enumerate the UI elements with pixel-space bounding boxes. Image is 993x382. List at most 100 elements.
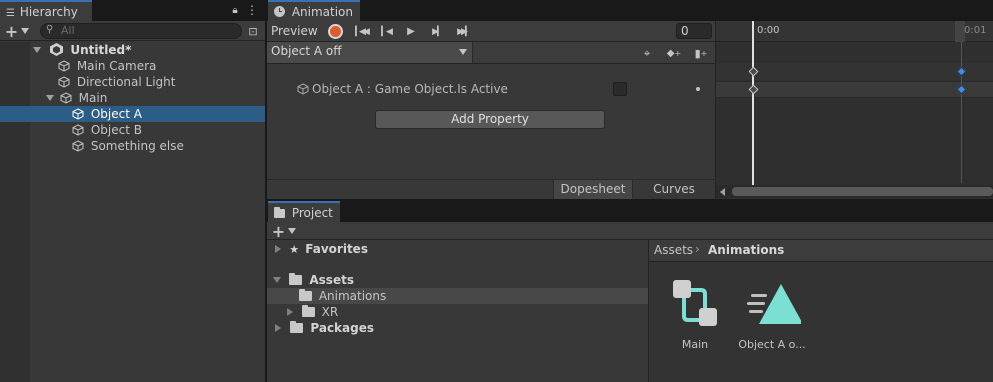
add-keyframe-icon[interactable]: ◆ + bbox=[665, 45, 683, 61]
previous-keyframe-icon[interactable]: ▎◀ bbox=[378, 24, 394, 39]
folder-icon bbox=[290, 321, 304, 333]
play-icon[interactable]: ▶ bbox=[404, 24, 418, 39]
clip-dropdown[interactable]: Object A off bbox=[267, 42, 473, 63]
hierarchy-item-main-camera[interactable]: Main Camera bbox=[0, 58, 265, 74]
breadcrumb: Assets › Animations bbox=[649, 240, 993, 262]
asset-object-a-label: Object A o... bbox=[738, 338, 806, 351]
timeline-scrollbar[interactable] bbox=[716, 185, 993, 198]
expand-arrow-icon[interactable] bbox=[33, 47, 41, 53]
property-label: Object A : Game Object.Is Active bbox=[312, 82, 508, 96]
property-options-dot-icon[interactable] bbox=[696, 87, 700, 91]
asset-main-label: Main bbox=[681, 338, 709, 351]
hierarchy-item-label: Main bbox=[78, 91, 108, 105]
animation-controls: Preview ▎◀◀ ▎◀ ▶ ▶▎ ▶▶▎ 0 bbox=[267, 21, 715, 42]
frame-field[interactable]: 0 bbox=[676, 23, 712, 39]
record-button[interactable] bbox=[328, 24, 343, 39]
filter-by-selection-icon[interactable]: ⌖ bbox=[639, 45, 655, 61]
tab-project[interactable]: Project bbox=[268, 201, 340, 222]
last-keyframe-icon[interactable]: ▶▶▎ bbox=[454, 24, 472, 39]
expand-arrow-icon[interactable] bbox=[275, 324, 281, 332]
next-keyframe-icon[interactable]: ▶▎ bbox=[429, 24, 445, 39]
gameobject-cube-icon bbox=[297, 83, 309, 95]
tree-xr-label: XR bbox=[321, 305, 339, 319]
breadcrumb-animations[interactable]: Animations bbox=[708, 243, 784, 257]
tab-hierarchy[interactable]: ☰ Hierarchy bbox=[0, 0, 92, 21]
tab-hierarchy-label: Hierarchy bbox=[19, 5, 78, 19]
hierarchy-item-something-else[interactable]: Something else bbox=[0, 138, 265, 154]
property-row[interactable]: Object A : Game Object.Is Active bbox=[267, 80, 715, 98]
property-checkbox[interactable] bbox=[613, 82, 627, 96]
add-property-button[interactable]: Add Property bbox=[375, 110, 605, 129]
project-create-button[interactable]: + bbox=[270, 222, 298, 241]
asset-main[interactable]: Main bbox=[667, 276, 723, 352]
tree-packages[interactable]: Packages bbox=[267, 320, 648, 336]
breadcrumb-separator-icon: › bbox=[695, 242, 700, 256]
gameobject-cube-icon bbox=[72, 108, 84, 120]
folder-icon bbox=[301, 305, 315, 317]
star-icon: ★ bbox=[289, 243, 300, 256]
tree-animations-label: Animations bbox=[318, 289, 387, 303]
hierarchy-toolbar: + ⚲ All ⊡ bbox=[0, 21, 265, 41]
lock-icon[interactable]: 🔒︎ bbox=[228, 3, 242, 17]
tree-animations[interactable]: Animations bbox=[267, 288, 648, 304]
hierarchy-item-directional-light[interactable]: Directional Light bbox=[0, 74, 265, 90]
tab-dopesheet-label: Dopesheet bbox=[560, 182, 626, 196]
search-placeholder: All bbox=[61, 24, 75, 37]
asset-object-a-off[interactable]: Object A o... bbox=[737, 276, 807, 352]
hierarchy-item-label: Directional Light bbox=[76, 75, 176, 89]
project-content: Assets › Animations Main Object A o... bbox=[649, 240, 993, 382]
gameobject-cube-icon bbox=[58, 76, 70, 88]
frame-value: 0 bbox=[681, 24, 689, 38]
preview-button[interactable]: Preview bbox=[271, 24, 318, 38]
tab-animation[interactable]: Animation bbox=[268, 0, 360, 21]
folder-icon bbox=[274, 207, 285, 218]
playhead[interactable] bbox=[752, 21, 754, 186]
breadcrumb-assets[interactable]: Assets bbox=[654, 243, 693, 257]
gameobject-cube-icon bbox=[60, 92, 72, 104]
tree-favorites[interactable]: ★ Favorites bbox=[267, 241, 648, 257]
project-tabbar bbox=[267, 201, 993, 222]
create-add-button[interactable]: + bbox=[3, 22, 31, 41]
first-keyframe-icon[interactable]: ▎◀◀ bbox=[352, 24, 370, 39]
timeline-scroll-thumb[interactable] bbox=[732, 187, 993, 196]
tree-assets-label: Assets bbox=[309, 273, 354, 287]
scene-name: Untitled* bbox=[70, 43, 132, 57]
tree-packages-label: Packages bbox=[310, 321, 375, 335]
tab-curves-label: Curves bbox=[653, 182, 695, 196]
time-start-label: 0:00 bbox=[757, 25, 780, 36]
hierarchy-item-label: Main Camera bbox=[76, 59, 157, 73]
hierarchy-item-object-b[interactable]: Object B bbox=[0, 122, 265, 138]
tab-curves[interactable]: Curves bbox=[635, 180, 713, 200]
tab-project-label: Project bbox=[291, 206, 333, 220]
time-ruler[interactable]: 0:00 0:01 bbox=[716, 21, 993, 42]
expand-arrow-icon[interactable] bbox=[46, 95, 54, 101]
timeline-area[interactable] bbox=[715, 21, 993, 199]
animator-controller-icon bbox=[671, 278, 719, 328]
animation-clip-icon bbox=[745, 282, 803, 326]
tab-dopesheet[interactable]: Dopesheet bbox=[553, 180, 633, 200]
hierarchy-item-label: Something else bbox=[90, 139, 184, 153]
hierarchy-item-label: Object A bbox=[90, 107, 142, 121]
hierarchy-search-input[interactable]: ⚲ All bbox=[40, 23, 242, 39]
scroll-left-arrow-icon[interactable] bbox=[720, 188, 725, 196]
tab-animation-label: Animation bbox=[291, 5, 354, 19]
scene-filter-icon[interactable]: ⊡ bbox=[246, 24, 260, 38]
expand-arrow-icon[interactable] bbox=[287, 308, 293, 316]
add-property-label: Add Property bbox=[451, 112, 529, 126]
add-event-icon[interactable]: ▮ + bbox=[693, 45, 709, 61]
search-icon: ⚲ bbox=[46, 24, 54, 35]
more-menu-icon[interactable]: ⋮ bbox=[246, 3, 258, 17]
expand-arrow-icon[interactable] bbox=[273, 277, 281, 283]
hierarchy-item-object-a[interactable]: Object A bbox=[0, 106, 265, 122]
expand-arrow-icon[interactable] bbox=[275, 245, 281, 253]
hierarchy-item-main[interactable]: Main bbox=[0, 90, 265, 106]
hierarchy-tree: Untitled* Main Camera Directional Light … bbox=[0, 42, 265, 382]
view-mode-bar: Dopesheet Curves bbox=[267, 179, 715, 200]
scene-row[interactable]: Untitled* bbox=[0, 42, 265, 58]
gameobject-cube-icon bbox=[58, 60, 70, 72]
chevron-down-icon bbox=[459, 49, 467, 55]
end-time-line bbox=[961, 42, 962, 183]
tree-xr[interactable]: XR bbox=[267, 304, 648, 320]
tree-assets[interactable]: Assets bbox=[267, 272, 648, 288]
folder-icon bbox=[299, 289, 312, 301]
